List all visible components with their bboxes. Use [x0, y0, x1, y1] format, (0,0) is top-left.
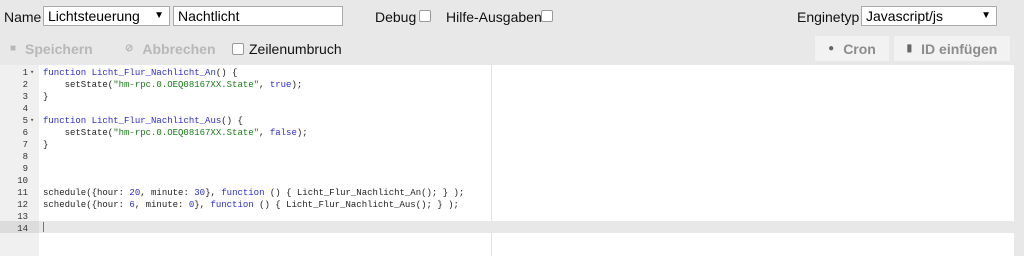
code-text: setState("hm-rpc.0.OEQ08167XX.State", tr… — [43, 80, 303, 90]
code-editor[interactable]: 1 ▾ function Licht_Flur_Nachlicht_An() {2 … — [0, 65, 1014, 256]
enginetyp-label: Enginetyp — [797, 9, 860, 25]
code-line[interactable]: 11 schedule({hour: 20, minute: 30}, funct… — [0, 188, 1014, 199]
fold-arrow-icon[interactable]: ▾ — [30, 116, 34, 127]
text-cursor — [43, 222, 44, 232]
name-label: Name — [4, 9, 42, 25]
script-properties-bar: Name Lichtsteuerung ▼ Nachtlicht Debug H… — [0, 0, 1024, 34]
code-text: } — [43, 140, 49, 150]
cancel-button-label: Abbrechen — [142, 40, 216, 57]
code-text: function Licht_Flur_Nachlicht_Aus() { — [43, 116, 243, 126]
enginetyp-select[interactable]: Javascript/js ▼ — [861, 6, 997, 26]
editor-scrollbar[interactable] — [1014, 65, 1024, 256]
debug-label: Debug — [375, 9, 417, 25]
line-number: 13 — [17, 212, 28, 222]
code-line[interactable]: 9 — [0, 164, 1014, 175]
code-line[interactable]: 8 — [0, 152, 1014, 163]
clock-icon: ● — [828, 43, 835, 54]
cancel-icon: ⊘ — [125, 43, 134, 54]
line-number: 10 — [17, 176, 28, 186]
code-text: schedule({hour: 20, minute: 30}, functio… — [43, 188, 465, 198]
line-number: 12 — [17, 200, 28, 210]
hilfe-ausgaben-checkbox[interactable] — [541, 10, 553, 22]
cron-button-label: Cron — [843, 40, 876, 57]
code-text: function Licht_Flur_Nachlicht_An() { — [43, 68, 238, 78]
code-line[interactable]: 5 ▾ function Licht_Flur_Nachlicht_Aus() { — [0, 116, 1014, 127]
group-select-value: Lichtsteuerung — [48, 8, 140, 24]
word-wrap-checkbox[interactable] — [232, 42, 244, 55]
code-line[interactable]: 6 setState("hm-rpc.0.OEQ08167XX.State", … — [0, 128, 1014, 139]
insert-id-button-label: ID einfügen — [921, 40, 998, 57]
line-number: 7 — [22, 140, 28, 150]
enginetyp-select-value: Javascript/js — [866, 8, 944, 24]
line-number: 8 — [22, 152, 28, 162]
line-number: 9 — [22, 164, 28, 174]
code-line[interactable]: 7} — [0, 140, 1014, 151]
code-text: setState("hm-rpc.0.OEQ08167XX.State", fa… — [43, 128, 308, 138]
code-line[interactable]: 10 — [0, 176, 1014, 187]
debug-checkbox[interactable] — [419, 10, 431, 22]
chevron-down-icon: ▼ — [154, 10, 164, 21]
code-text: schedule({hour: 6, minute: 0}, function … — [43, 200, 459, 210]
cron-button[interactable]: ● Cron — [815, 36, 889, 61]
line-number: 4 — [22, 104, 28, 114]
code-line[interactable]: 1 ▾ function Licht_Flur_Nachlicht_An() { — [0, 68, 1014, 79]
cancel-button[interactable]: ⊘ Abbrechen — [125, 36, 216, 61]
list-icon: ▮ — [906, 43, 913, 54]
floppy-icon: ■ — [10, 43, 17, 54]
line-number: 5 — [22, 116, 28, 126]
chevron-down-icon: ▼ — [981, 10, 991, 21]
code-line[interactable]: 3} — [0, 92, 1014, 103]
fold-arrow-icon[interactable]: ▾ — [30, 68, 34, 79]
code-text: } — [43, 92, 49, 102]
script-name-input[interactable]: Nachtlicht — [173, 6, 343, 26]
save-button-label: Speichern — [25, 40, 93, 57]
code-line[interactable]: 14 — [0, 224, 1014, 235]
line-number: 11 — [17, 188, 28, 198]
insert-id-button[interactable]: ▮ ID einfügen — [894, 36, 1010, 61]
line-number: 2 — [22, 80, 28, 90]
word-wrap-toggle[interactable]: Zeilenumbruch — [232, 36, 342, 61]
code-line[interactable]: 2 setState("hm-rpc.0.OEQ08167XX.State", … — [0, 80, 1014, 91]
line-number: 6 — [22, 128, 28, 138]
code-line[interactable]: 12 schedule({hour: 6, minute: 0}, functio… — [0, 200, 1014, 211]
group-select[interactable]: Lichtsteuerung ▼ — [43, 6, 170, 26]
save-button[interactable]: ■ Speichern — [10, 36, 93, 61]
line-number: 3 — [22, 92, 28, 102]
line-number: 1 — [22, 68, 28, 78]
line-number: 14 — [17, 224, 28, 234]
code-line[interactable]: 4 — [0, 104, 1014, 115]
word-wrap-label: Zeilenumbruch — [249, 40, 342, 57]
hilfe-ausgaben-label: Hilfe-Ausgaben — [446, 9, 542, 25]
code-line[interactable]: 13 — [0, 212, 1014, 223]
